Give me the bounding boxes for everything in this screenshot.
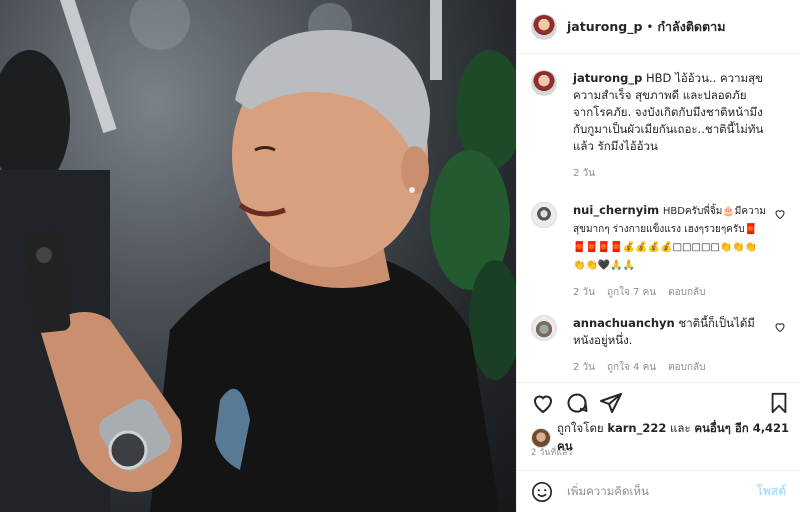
comment-avatar[interactable] [531,315,557,341]
comment-heart-icon[interactable] [774,208,786,220]
post-header: jaturong_p • กำลังติดตาม [517,0,800,54]
comment-age: 2 วัน [573,287,595,298]
bookmark-icon[interactable] [768,391,790,415]
comment-item: annachuanchyn ชาตินี้ก็เป็นได้มีหนังอยู่… [531,315,786,376]
comment-username[interactable]: nui_chernyim [573,203,659,217]
likes-prefix: ถูกใจโดย [557,421,604,435]
post-time: 2 วันที่แล้ว [531,448,573,458]
post-photo-illustration [0,0,516,512]
comment-reply-button[interactable]: ตอบกลับ [668,359,705,376]
comment-username[interactable]: annachuanchyn [573,316,675,330]
comment-item: nui_chernyim HBDครับพี่จิ้ม🎂มีความสุขมาก… [531,202,786,301]
share-icon[interactable] [599,391,623,415]
author-avatar[interactable] [531,13,557,40]
comment-icon[interactable] [565,391,589,415]
comment-reply-button[interactable]: ตอบกลับ [668,284,705,301]
caption-avatar[interactable] [531,70,557,96]
post-comment-button[interactable]: โพสต์ [757,482,786,501]
emoji-icon[interactable] [531,481,553,503]
add-comment-bar: เพิ่มความคิดเห็น โพสต์ [517,470,800,512]
post-actions [517,382,800,424]
post-photo[interactable] [0,0,516,512]
likes-middle: และ [670,421,691,435]
comment-avatar[interactable] [531,202,557,228]
header-separator: • [646,19,654,34]
post-side-panel: jaturong_p • กำลังติดตาม jaturong_p HBD … [516,0,800,512]
liker-username[interactable]: karn_222 [607,421,666,435]
comment-heart-icon[interactable] [774,321,786,333]
caption-username[interactable]: jaturong_p [573,71,642,85]
add-comment-input[interactable]: เพิ่มความคิดเห็น [567,483,757,501]
comment-likes[interactable]: ถูกใจ 4 คน [607,359,656,376]
heart-icon[interactable] [531,391,555,415]
comments-list: jaturong_p HBD ไอ้อ้วน.. ความสุข ความสำเ… [517,54,800,382]
caption-age: 2 วัน [573,168,595,179]
comment-likes[interactable]: ถูกใจ 7 คน [607,284,656,301]
author-username[interactable]: jaturong_p [567,19,642,34]
caption-item: jaturong_p HBD ไอ้อ้วน.. ความสุข ความสำเ… [531,70,786,182]
comment-age: 2 วัน [573,362,595,373]
following-button[interactable]: กำลังติดตาม [657,17,725,37]
